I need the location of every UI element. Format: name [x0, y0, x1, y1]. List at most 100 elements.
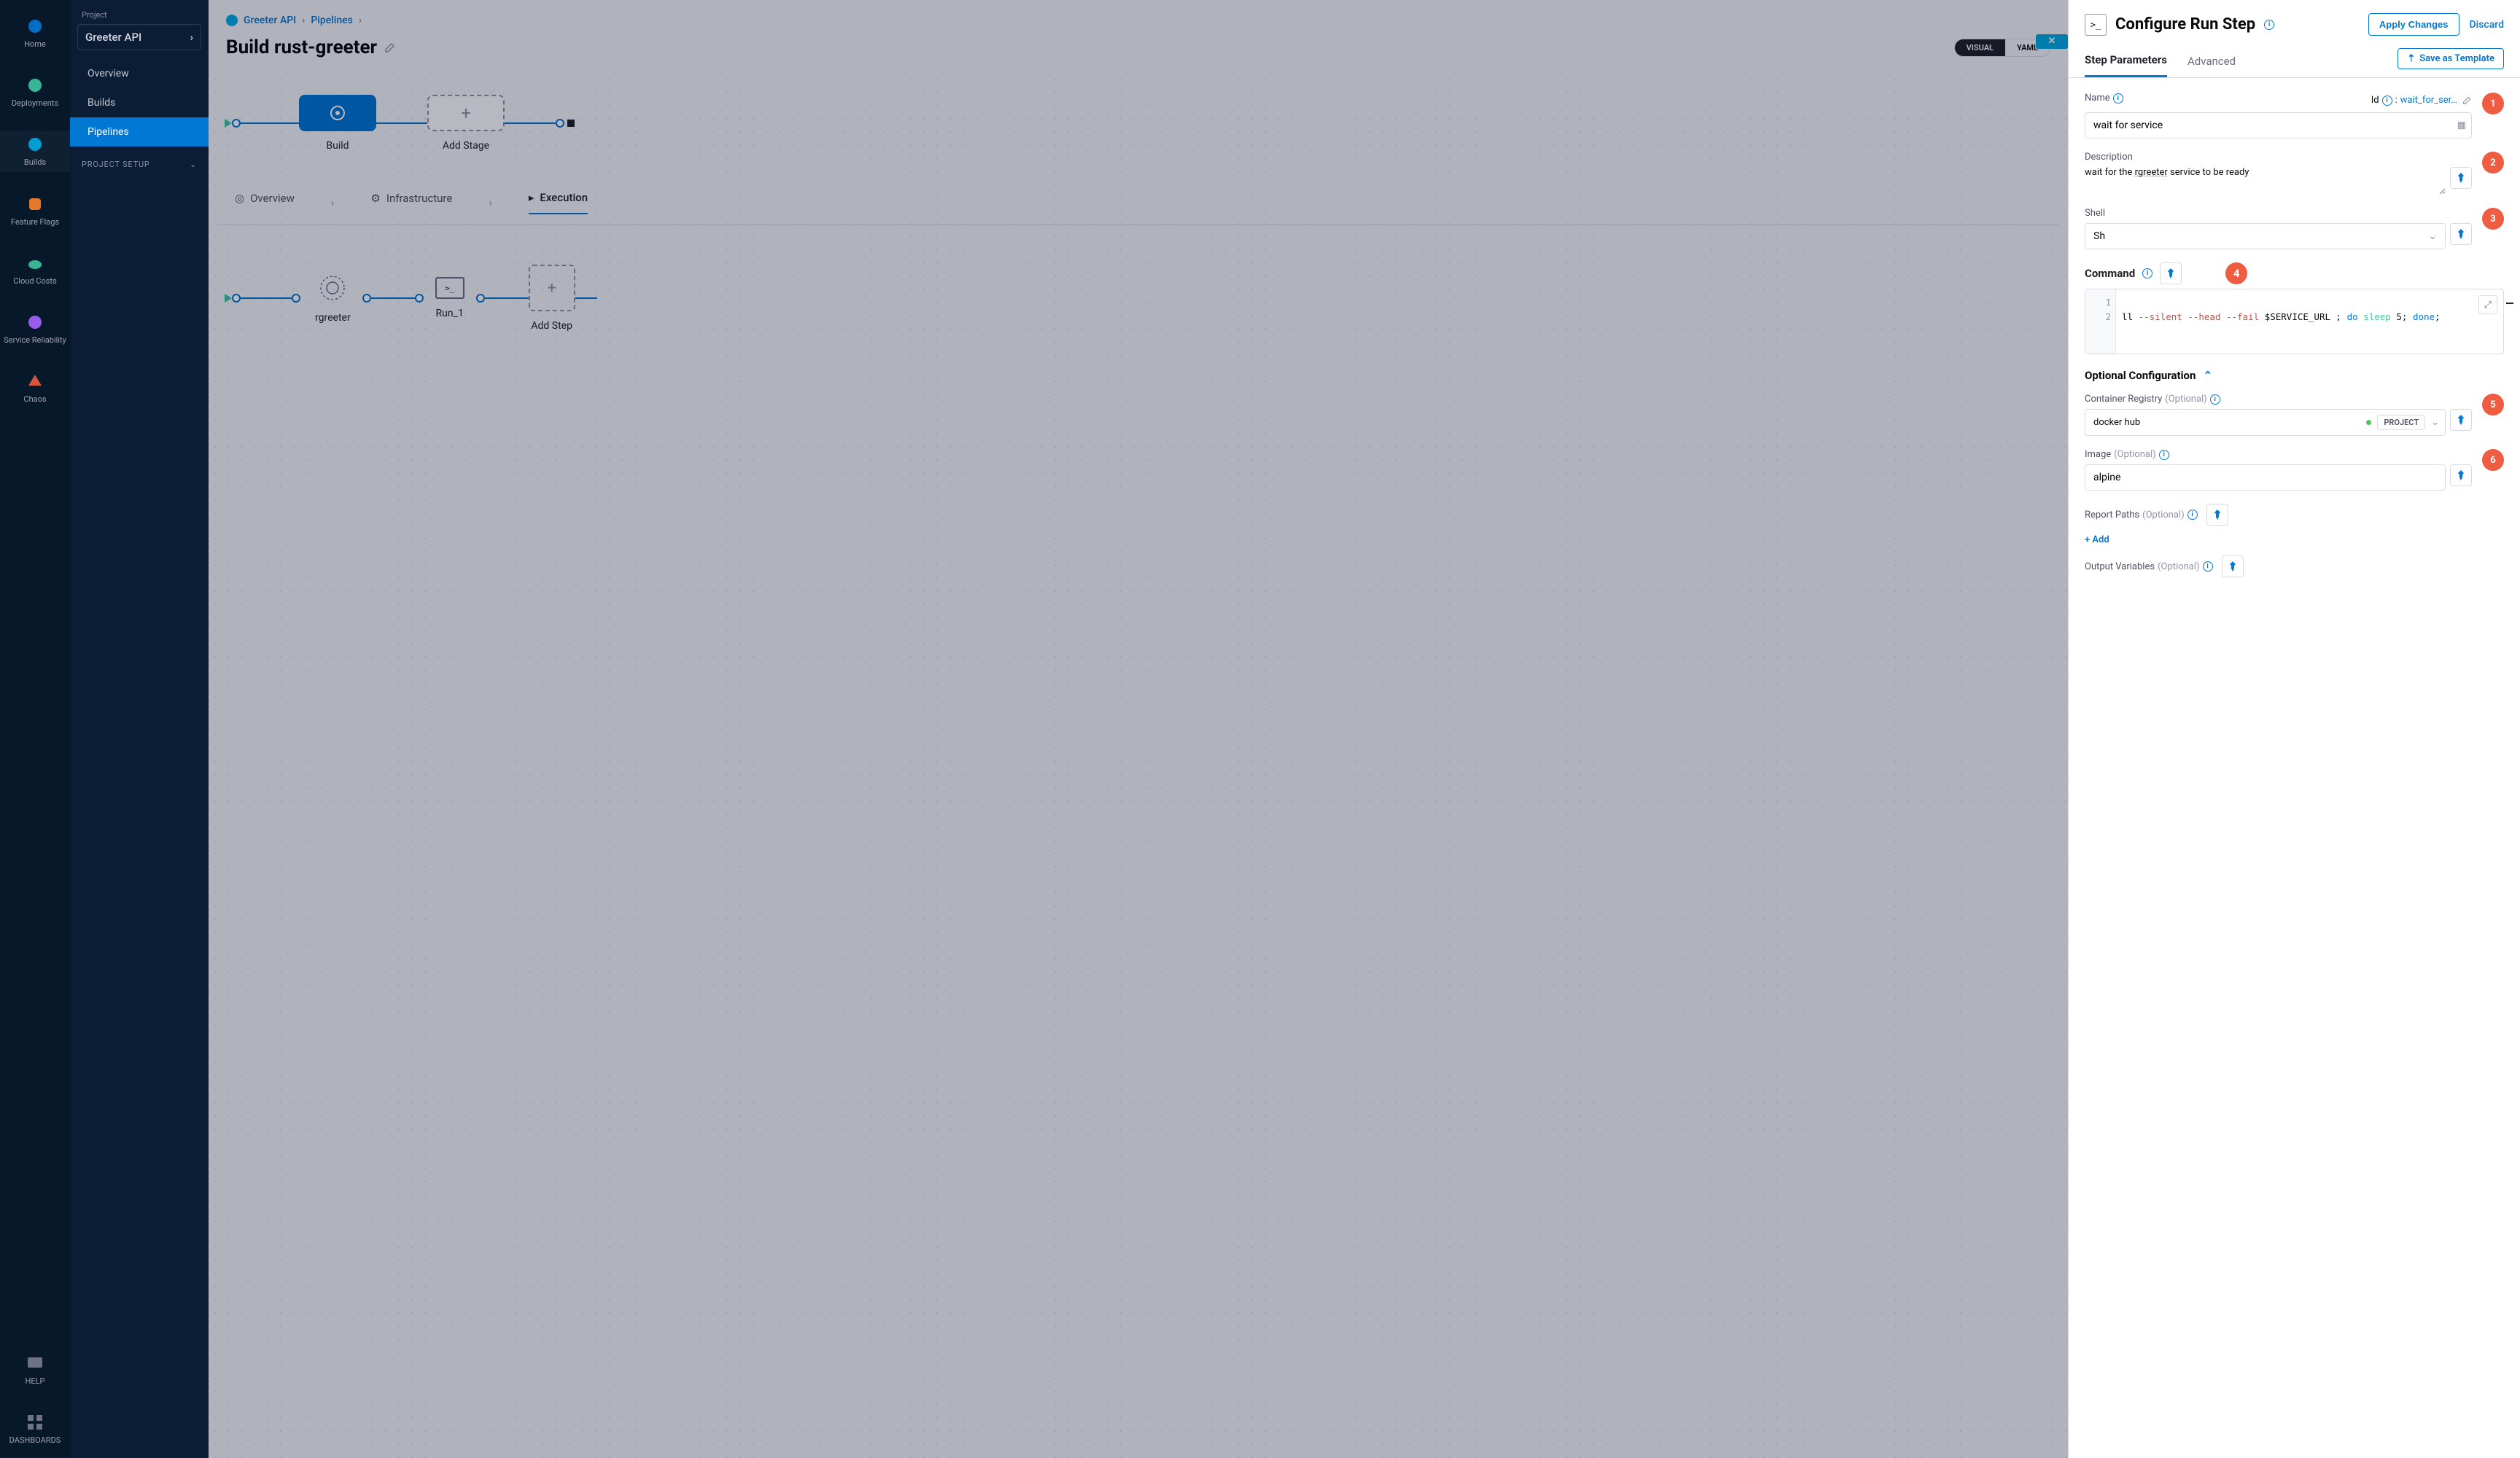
image-input[interactable]	[2085, 464, 2446, 491]
description-label: Description	[2085, 152, 2472, 163]
chevron-down-icon: ⌄	[2431, 417, 2439, 428]
pipeline-start-icon	[225, 119, 232, 128]
description-input[interactable]: wait for the rgreeter service to be read…	[2085, 167, 2446, 195]
exec-node	[362, 294, 371, 303]
info-icon[interactable]: i	[2188, 510, 2198, 520]
nav-deployments[interactable]: Deployments	[0, 72, 70, 112]
info-icon[interactable]: i	[2113, 93, 2123, 104]
pin-button[interactable]	[2160, 262, 2182, 284]
builds-icon	[26, 136, 44, 153]
exec-node	[476, 294, 485, 303]
edit-icon[interactable]	[384, 42, 396, 53]
shell-select[interactable]: Sh ⌄	[2085, 223, 2446, 249]
step-rgreeter[interactable]	[317, 273, 348, 303]
chaos-icon	[26, 373, 44, 390]
nav-home[interactable]: Home	[0, 13, 70, 53]
deploy-icon	[26, 77, 44, 94]
name-label: Namei	[2085, 93, 2123, 104]
nav-dashboards[interactable]: DASHBOARDS	[0, 1409, 70, 1449]
variable-icon[interactable]: ▦	[2457, 120, 2466, 131]
tab-step-parameters[interactable]: Step Parameters	[2085, 46, 2167, 77]
step-add[interactable]: +	[529, 265, 575, 311]
stage-label-build: Build	[326, 140, 349, 152]
callout-6: 6	[2482, 449, 2504, 471]
stage-label-add: Add Stage	[443, 140, 489, 152]
build-icon	[328, 104, 347, 122]
page-title: Build rust-greeter	[226, 36, 396, 58]
exec-node	[415, 294, 424, 303]
sidebar-item-pipelines[interactable]: Pipelines	[70, 117, 209, 147]
scope-tag: PROJECT	[2377, 415, 2425, 430]
mode-visual[interactable]: VISUAL	[1955, 39, 2005, 56]
nav-help[interactable]: HELP	[0, 1350, 70, 1390]
breadcrumb-pipelines[interactable]: Pipelines	[311, 15, 353, 26]
pin-button[interactable]	[2206, 504, 2228, 526]
callout-4: 4	[2225, 262, 2247, 284]
breadcrumb-project[interactable]: Greeter API	[244, 15, 296, 26]
info-icon[interactable]: i	[2159, 450, 2169, 460]
code-content[interactable]: ll --silent --head --fail $SERVICE_URL ;…	[2085, 289, 2503, 330]
stage-tab-overview[interactable]: ◎Overview	[235, 192, 295, 214]
nav-chaos[interactable]: Chaos	[0, 368, 70, 408]
info-icon[interactable]: i	[2210, 394, 2220, 405]
plus-icon: +	[461, 103, 471, 123]
stage-build[interactable]	[299, 95, 376, 131]
project-sidebar: Project Greeter API › Overview Builds Pi…	[70, 0, 209, 1458]
pin-button[interactable]	[2450, 167, 2472, 189]
pipeline-end-icon	[567, 120, 575, 127]
step-run1[interactable]: >_	[435, 277, 464, 299]
cloud-icon	[26, 254, 44, 272]
info-icon[interactable]: i	[2382, 95, 2392, 106]
globe-icon: ◎	[235, 192, 244, 205]
step-label-run1: Run_1	[436, 308, 464, 319]
stage-tab-infrastructure[interactable]: ⚙Infrastructure	[370, 192, 452, 214]
pin-button[interactable]	[2222, 555, 2244, 577]
pipeline-node	[232, 119, 241, 128]
tab-separator: ›	[489, 196, 492, 209]
callout-3: 3	[2482, 208, 2504, 230]
image-label: Image (Optional) i	[2085, 449, 2472, 460]
edit-id-icon[interactable]	[2462, 95, 2472, 105]
srm-icon	[26, 313, 44, 331]
info-icon[interactable]: i	[2142, 268, 2152, 278]
stage-tab-execution[interactable]: ▸Execution	[529, 191, 588, 214]
sidebar-item-builds[interactable]: Builds	[70, 88, 209, 117]
tab-advanced[interactable]: Advanced	[2188, 47, 2236, 77]
nav-service-reliability[interactable]: Service Reliability	[0, 309, 70, 349]
nav-cloud-costs[interactable]: Cloud Costs	[0, 250, 70, 290]
info-icon[interactable]: i	[2264, 20, 2274, 30]
container-registry-select[interactable]: docker hub PROJECT ⌄	[2085, 409, 2446, 436]
project-label: Project	[70, 10, 209, 20]
nav-rail: Home Deployments Builds Feature Flags Cl…	[0, 0, 70, 1458]
chevron-right-icon: ›	[190, 31, 193, 44]
optional-config-toggle[interactable]: Optional Configuration ⌃	[2085, 369, 2504, 382]
project-selector[interactable]: Greeter API ›	[77, 24, 201, 50]
execution-icon: ▸	[529, 191, 534, 204]
stage-add[interactable]: +	[427, 95, 505, 131]
status-dot-icon	[2366, 420, 2371, 425]
sidebar-item-overview[interactable]: Overview	[70, 59, 209, 88]
callout-1: 1	[2482, 93, 2504, 114]
close-chip[interactable]: ✕	[2036, 34, 2068, 49]
nav-builds[interactable]: Builds	[0, 131, 70, 171]
chevron-up-icon: ⌃	[2203, 369, 2212, 382]
output-variables-label: Output Variables (Optional) i	[2085, 555, 2504, 577]
apply-button[interactable]: Apply Changes	[2368, 13, 2459, 36]
save-as-template-button[interactable]: ⇡ Save as Template	[2398, 48, 2504, 69]
exec-node	[292, 294, 300, 303]
add-report-path[interactable]: + Add	[2085, 534, 2504, 545]
info-icon[interactable]: i	[2203, 561, 2213, 572]
expand-icon[interactable]: ⤢	[2478, 295, 2497, 314]
infra-icon: ⚙	[370, 192, 380, 205]
project-setup-toggle[interactable]: PROJECT SETUP ⌄	[70, 147, 209, 182]
pin-button[interactable]	[2450, 223, 2472, 245]
pin-button[interactable]	[2450, 409, 2472, 431]
nav-feature-flags[interactable]: Feature Flags	[0, 191, 70, 231]
command-editor[interactable]: 12 ll --silent --head --fail $SERVICE_UR…	[2085, 289, 2504, 354]
chevron-down-icon: ⌄	[190, 160, 197, 169]
name-input[interactable]	[2085, 112, 2472, 139]
pin-button[interactable]	[2450, 464, 2472, 486]
dashboards-icon	[26, 1414, 44, 1431]
step-label-add: Add Step	[531, 320, 572, 332]
discard-button[interactable]: Discard	[2470, 19, 2504, 31]
